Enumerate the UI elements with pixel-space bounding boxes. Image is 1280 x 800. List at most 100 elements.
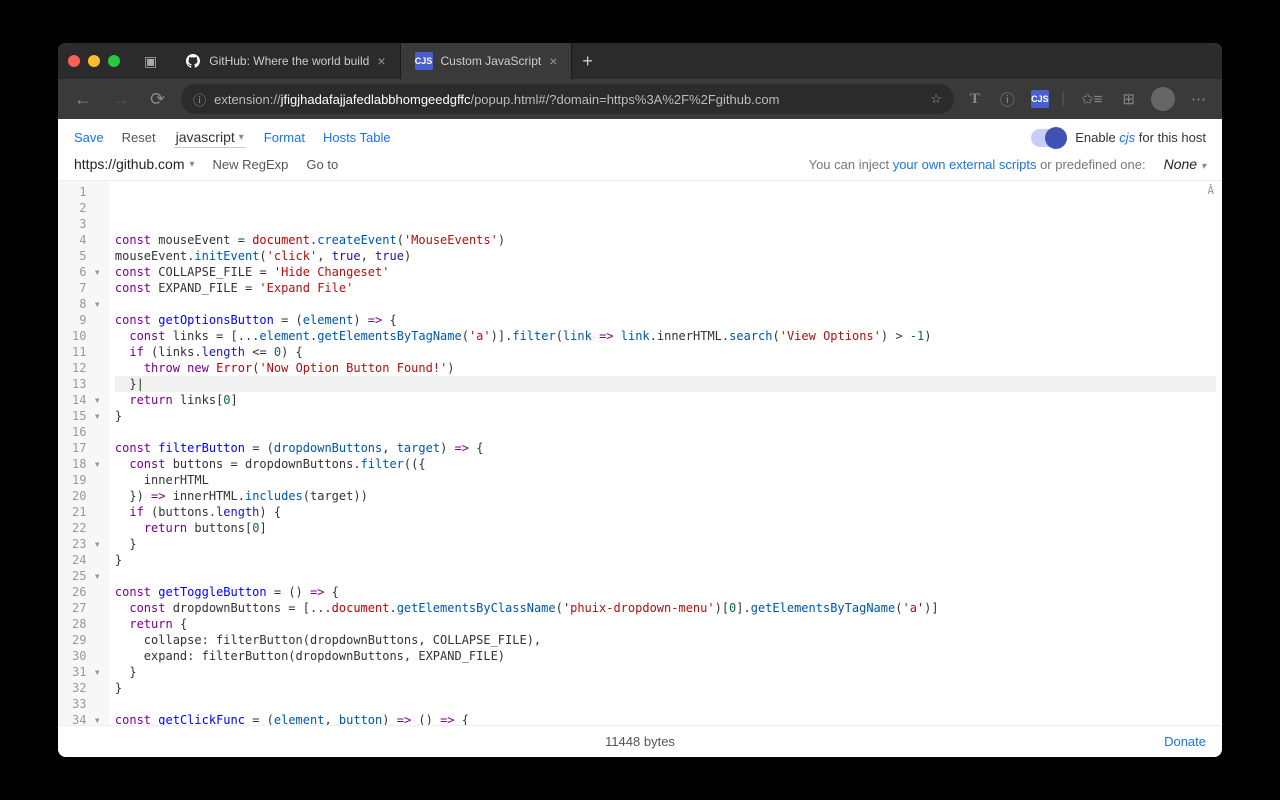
code-line[interactable]: const buttons = dropdownButtons.filter((…	[115, 456, 1216, 472]
reload-button[interactable]: ⟳	[146, 89, 169, 110]
url-input[interactable]: ⓘ extension://jfigjhadafajjafedlabbhomge…	[181, 84, 954, 114]
code-line[interactable]: const COLLAPSE_FILE = 'Hide Changeset'	[115, 264, 1216, 280]
shield-icon[interactable]: ▣	[144, 53, 157, 70]
enable-toggle[interactable]	[1031, 129, 1065, 147]
line-number: 32	[72, 680, 101, 696]
hosts-table-button[interactable]: Hosts Table	[323, 130, 391, 145]
profile-avatar[interactable]	[1151, 87, 1175, 111]
github-icon	[185, 53, 201, 69]
tab-github[interactable]: GitHub: Where the world build ×	[171, 43, 400, 79]
code-line[interactable]: const mouseEvent = document.createEvent(…	[115, 232, 1216, 248]
external-scripts-link[interactable]: your own external scripts	[893, 157, 1037, 172]
tab-label: GitHub: Where the world build	[209, 54, 369, 68]
minimize-window-button[interactable]	[88, 55, 100, 67]
line-number: 5	[72, 248, 101, 264]
code-line[interactable]: }	[115, 664, 1216, 680]
url-text: extension://jfigjhadafajjafedlabbhomgeed…	[214, 92, 922, 107]
line-number: 12	[72, 360, 101, 376]
line-number: 22	[72, 520, 101, 536]
tab-label: Custom JavaScript	[441, 54, 542, 68]
save-button[interactable]: Save	[74, 130, 104, 145]
code-line[interactable]: }|	[115, 376, 1216, 392]
language-select[interactable]: javascript▾	[174, 127, 246, 148]
line-number: 21	[72, 504, 101, 520]
new-regexp-button[interactable]: New RegExp	[213, 157, 289, 172]
maximize-window-button[interactable]	[108, 55, 120, 67]
line-number: 11	[72, 344, 101, 360]
line-number: 31 ▾	[72, 664, 101, 680]
code-line[interactable]: }) => innerHTML.includes(target))	[115, 488, 1216, 504]
menu-icon[interactable]: ⋯	[1187, 90, 1210, 108]
code-line[interactable]: mouseEvent.initEvent('click', true, true…	[115, 248, 1216, 264]
close-tab-icon[interactable]: ×	[377, 53, 385, 69]
code-line[interactable]	[115, 696, 1216, 712]
code-line[interactable]: }	[115, 680, 1216, 696]
extension-popup: Save Reset javascript▾ Format Hosts Tabl…	[58, 119, 1222, 757]
chevron-down-icon: ▾	[239, 132, 244, 143]
reading-list-icon[interactable]: ✩≡	[1077, 90, 1106, 108]
line-number: 19	[72, 472, 101, 488]
code-line[interactable]	[115, 568, 1216, 584]
code-line[interactable]: expand: filterButton(dropdownButtons, EX…	[115, 648, 1216, 664]
new-tab-button[interactable]: +	[572, 43, 603, 79]
code-editor[interactable]: 1 2 3 4 5 6 ▾ 7 8 ▾ 9 10 11 12 13 14 ▾15…	[58, 180, 1222, 725]
code-line[interactable]: const EXPAND_FILE = 'Expand File'	[115, 280, 1216, 296]
line-number: 18 ▾	[72, 456, 101, 472]
line-number: 26	[72, 584, 101, 600]
code-line[interactable]: }	[115, 408, 1216, 424]
site-info-icon[interactable]: ⓘ	[193, 90, 206, 109]
code-line[interactable]: if (buttons.length) {	[115, 504, 1216, 520]
enable-label: Enable cjs for this host	[1075, 130, 1206, 145]
address-bar: ← → ⟳ ⓘ extension://jfigjhadafajjafedlab…	[58, 79, 1222, 119]
line-number: 10	[72, 328, 101, 344]
host-select[interactable]: https://github.com▾	[74, 156, 195, 172]
reset-button[interactable]: Reset	[122, 130, 156, 145]
code-line[interactable]: }	[115, 536, 1216, 552]
cjs-icon: CJS	[415, 52, 433, 70]
code-line[interactable]: throw new Error('Now Option Button Found…	[115, 360, 1216, 376]
code-line[interactable]: if (links.length <= 0) {	[115, 344, 1216, 360]
inject-info: You can inject your own external scripts…	[809, 157, 1146, 172]
code-line[interactable]: return links[0]	[115, 392, 1216, 408]
code-line[interactable]: const dropdownButtons = [...document.get…	[115, 600, 1216, 616]
line-number: 34 ▾	[72, 712, 101, 725]
format-button[interactable]: Format	[264, 130, 305, 145]
goto-button[interactable]: Go to	[306, 157, 338, 172]
tab-cjs[interactable]: CJS Custom JavaScript ×	[401, 43, 573, 79]
line-number: 25 ▾	[72, 568, 101, 584]
close-window-button[interactable]	[68, 55, 80, 67]
title-bar: ▣ GitHub: Where the world build × CJS Cu…	[58, 43, 1222, 79]
byte-count: 11448 bytes	[605, 734, 675, 749]
line-number: 15 ▾	[72, 408, 101, 424]
info-icon[interactable]: ⓘ	[996, 89, 1019, 110]
line-number: 7	[72, 280, 101, 296]
code-line[interactable]	[115, 424, 1216, 440]
code-line[interactable]: collapse: filterButton(dropdownButtons, …	[115, 632, 1216, 648]
code-line[interactable]: innerHTML	[115, 472, 1216, 488]
code-line[interactable]: const getToggleButton = () => {	[115, 584, 1216, 600]
code-line[interactable]: return buttons[0]	[115, 520, 1216, 536]
code-line[interactable]: }	[115, 552, 1216, 568]
line-number: 8 ▾	[72, 296, 101, 312]
donate-link[interactable]: Donate	[1164, 734, 1206, 749]
code-area[interactable]: Â const mouseEvent = document.createEven…	[109, 181, 1222, 725]
line-number: 30	[72, 648, 101, 664]
line-number: 9	[72, 312, 101, 328]
status-bar: 11448 bytes Donate	[58, 725, 1222, 757]
cjs-extension-icon[interactable]: CJS	[1031, 90, 1049, 108]
bookmark-icon[interactable]: ☆	[930, 91, 942, 107]
code-line[interactable]: const getClickFunc = (element, button) =…	[115, 712, 1216, 725]
code-line[interactable]	[115, 296, 1216, 312]
code-line[interactable]: const filterButton = (dropdownButtons, t…	[115, 440, 1216, 456]
code-line[interactable]: const links = [...element.getElementsByT…	[115, 328, 1216, 344]
line-number: 28	[72, 616, 101, 632]
code-line[interactable]: return {	[115, 616, 1216, 632]
predefined-select[interactable]: None ▾	[1164, 156, 1206, 172]
browser-tabs: GitHub: Where the world build × CJS Cust…	[171, 43, 603, 79]
forward-button[interactable]: →	[108, 89, 134, 110]
extensions-icon[interactable]: ⊞	[1118, 90, 1139, 108]
text-tool-icon[interactable]: T	[966, 91, 984, 108]
close-tab-icon[interactable]: ×	[549, 53, 557, 69]
back-button[interactable]: ←	[70, 89, 96, 110]
code-line[interactable]: const getOptionsButton = (element) => {	[115, 312, 1216, 328]
